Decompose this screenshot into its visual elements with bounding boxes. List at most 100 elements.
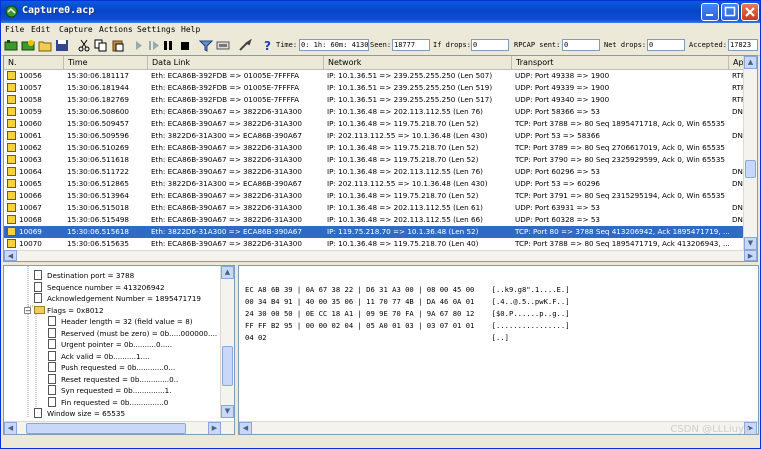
tree-node-label[interactable]: Acknowledgement Number = 1895471719	[47, 293, 201, 304]
cell-data-link: Eth: ECA86B-390A67 => 3822D6-31A300	[151, 155, 302, 164]
menu-capture[interactable]: Capture	[59, 25, 93, 34]
capture-settings-icon[interactable]	[21, 39, 35, 52]
scroll-left-button[interactable]: ◀	[4, 250, 17, 261]
menu-actions[interactable]: Actions	[99, 25, 133, 34]
adapter-icon[interactable]	[4, 39, 18, 52]
minimize-button[interactable]	[701, 3, 719, 21]
step-icon[interactable]	[133, 39, 147, 52]
packet-list[interactable]: N. Time Data Link Network Transport App …	[3, 55, 758, 262]
collapse-icon[interactable]: −	[24, 306, 31, 314]
column-header-transport[interactable]: Transport	[512, 56, 729, 69]
packet-row[interactable]: 10067 15:30:06.515018 Eth: ECA86B-390A67 =…	[4, 202, 747, 214]
packet-row[interactable]: 10066 15:30:06.513964 Eth: ECA86B-390A67 =…	[4, 190, 746, 202]
tree-node-label[interactable]: Ack valid = 0b..........1....	[61, 351, 150, 362]
open-file-icon[interactable]	[38, 39, 52, 52]
column-header-data-link[interactable]: Data Link	[148, 56, 324, 69]
maximize-button[interactable]	[721, 3, 739, 21]
scroll-thumb[interactable]	[745, 160, 756, 178]
title-bar[interactable]: Capture0.acp	[1, 1, 760, 23]
cell-transport: TCP: Port 3788 => 80 Seq 1895471719, Ack…	[515, 239, 729, 248]
cell-network: IP: 10.1.36.48 => 202.113.112.55 (Len 76…	[327, 107, 483, 116]
save-icon[interactable]	[55, 39, 69, 52]
cell-transport: TCP: Port 3790 => 80 Seq 2325929599, Ack…	[515, 155, 726, 164]
protocol-tree[interactable]: Destination port = 3788 Sequence number =…	[3, 265, 235, 435]
tree-scroll-down-button[interactable]: ▼	[221, 405, 234, 418]
menu-help[interactable]: Help	[181, 25, 200, 34]
hex-scroll-left-button[interactable]: ◀	[239, 422, 252, 434]
scroll-down-button[interactable]: ▼	[744, 237, 757, 250]
cell-number: 10057	[19, 83, 42, 92]
packet-row[interactable]: 10070 15:30:06.515635 Eth: ECA86B-390A67 =…	[4, 238, 746, 250]
cell-data-link: Eth: ECA86B-390A67 => 3822D6-31A300	[151, 143, 302, 152]
packet-row[interactable]: 10063 15:30:06.511618 Eth: ECA86B-390A67 =…	[4, 154, 746, 166]
tools-icon[interactable]	[238, 39, 252, 52]
column-header-time[interactable]: Time	[64, 56, 148, 69]
scroll-up-button[interactable]: ▲	[744, 56, 757, 69]
packet-row[interactable]: 10062 15:30:06.510269 Eth: ECA86B-390A67 =…	[4, 142, 746, 154]
tree-scroll-thumb[interactable]	[222, 346, 233, 386]
stop-icon[interactable]	[178, 39, 192, 52]
tree-node-label[interactable]: Syn requested = 0b..............1.	[61, 385, 172, 396]
cell-transport: TCP: Port 3788 => 80 Seq 1895471718, Ack…	[515, 119, 726, 128]
tree-node-label[interactable]: Push requested = 0b............0...	[61, 362, 175, 373]
options-icon[interactable]	[216, 39, 230, 52]
tree-node-label[interactable]: Header length = 32 (field value = 8)	[61, 316, 193, 327]
tree-node-label[interactable]: Fin requested = 0b...............0	[61, 397, 168, 408]
menu-file[interactable]: File	[5, 25, 24, 34]
time-field: 0: 1h: 60m: 4130s	[299, 39, 369, 51]
packet-row[interactable]: 10058 15:30:06.182769 Eth: ECA86B-392FDB =…	[4, 94, 746, 106]
cell-network: IP: 10.1.36.48 => 119.75.218.70 (Len 40)	[327, 239, 479, 248]
hex-dump[interactable]: EC A8 6B 39 | 0A 67 38 22 | D6 31 A3 00 …	[238, 265, 759, 435]
cut-icon[interactable]	[77, 39, 91, 52]
close-button[interactable]	[741, 3, 759, 21]
column-header-network[interactable]: Network	[324, 56, 512, 69]
tree-node-label[interactable]: Reset requested = 0b.............0..	[61, 374, 178, 385]
packet-row[interactable]: 10056 15:30:06.181117 Eth: ECA86B-392FDB =…	[4, 70, 746, 82]
packet-row[interactable]: 10059 15:30:06.508600 Eth: ECA86B-390A67 =…	[4, 106, 747, 118]
column-header-number[interactable]: N.	[4, 56, 64, 69]
tree-hscrollbar[interactable]: ◀ ▶	[4, 421, 234, 434]
tree-vscrollbar[interactable]: ▲ ▼	[220, 266, 234, 418]
tree-hscroll-thumb[interactable]	[26, 423, 186, 434]
cell-data-link: Eth: 3822D6-31A300 => ECA86B-390A67	[151, 131, 302, 140]
tree-node-label[interactable]: Sequence number = 413206942	[47, 282, 165, 293]
tree-scroll-up-button[interactable]: ▲	[221, 266, 234, 279]
tree-node-label[interactable]: Reserved (must be zero) = 0b.....000000.…	[61, 328, 217, 339]
cell-data-link: Eth: ECA86B-390A67 => 3822D6-31A300	[151, 107, 302, 116]
play-icon[interactable]	[147, 39, 161, 52]
packet-row[interactable]: 10064 15:30:06.511722 Eth: ECA86B-390A67 =…	[4, 166, 747, 178]
document-icon	[48, 350, 56, 361]
packet-row[interactable]: 10068 15:30:06.515498 Eth: ECA86B-390A67 =…	[4, 214, 747, 226]
packet-icon	[7, 95, 16, 104]
cell-time: 15:30:06.510269	[67, 143, 130, 152]
packet-row[interactable]: 10069 15:30:06.515618 Eth: 3822D6-31A300 =…	[4, 226, 746, 238]
packet-icon	[7, 119, 16, 128]
menu-edit[interactable]: Edit	[31, 25, 50, 34]
packet-row[interactable]: 10065 15:30:06.512865 Eth: 3822D6-31A300 =…	[4, 178, 747, 190]
tree-scroll-right-button[interactable]: ▶	[208, 422, 221, 434]
packet-row[interactable]: 10057 15:30:06.181944 Eth: ECA86B-392FDB =…	[4, 82, 746, 94]
packet-list-vscrollbar[interactable]: ▲ ▼	[743, 56, 757, 250]
tree-scroll-left-button[interactable]: ◀	[4, 422, 17, 434]
cell-data-link: Eth: 3822D6-31A300 => ECA86B-390A67	[151, 227, 302, 236]
paste-icon[interactable]	[111, 39, 125, 52]
filter-icon[interactable]	[199, 39, 213, 52]
cell-data-link: Eth: ECA86B-390A67 => 3822D6-31A300	[151, 239, 302, 248]
cell-data-link: Eth: ECA86B-390A67 => 3822D6-31A300	[151, 215, 302, 224]
scroll-right-button[interactable]: ▶	[744, 250, 757, 261]
tree-node-label[interactable]: Window size = 65535	[47, 408, 125, 419]
cell-network: IP: 10.1.36.48 => 119.75.218.70 (Len 52)	[327, 155, 479, 164]
copy-icon[interactable]	[94, 39, 108, 52]
help-icon[interactable]: ?	[261, 39, 275, 52]
pause-icon[interactable]	[162, 39, 176, 52]
tree-node-label[interactable]: Urgent pointer = 0b..........0.....	[61, 339, 172, 350]
packet-list-hscrollbar[interactable]: ◀ ▶	[4, 250, 757, 261]
cell-number: 10070	[19, 239, 42, 248]
cell-data-link: Eth: ECA86B-392FDB => 01005E-7FFFFA	[151, 83, 300, 92]
packet-row[interactable]: 10061 15:30:06.509596 Eth: 3822D6-31A300 =…	[4, 130, 747, 142]
tree-node-label[interactable]: Flags = 0x8012	[47, 305, 104, 316]
menu-settings[interactable]: Settings	[137, 25, 176, 34]
tree-node-label[interactable]: Destination port = 3788	[47, 270, 134, 281]
packet-row[interactable]: 10060 15:30:06.509457 Eth: ECA86B-390A67 =…	[4, 118, 746, 130]
app-icon	[5, 5, 18, 18]
